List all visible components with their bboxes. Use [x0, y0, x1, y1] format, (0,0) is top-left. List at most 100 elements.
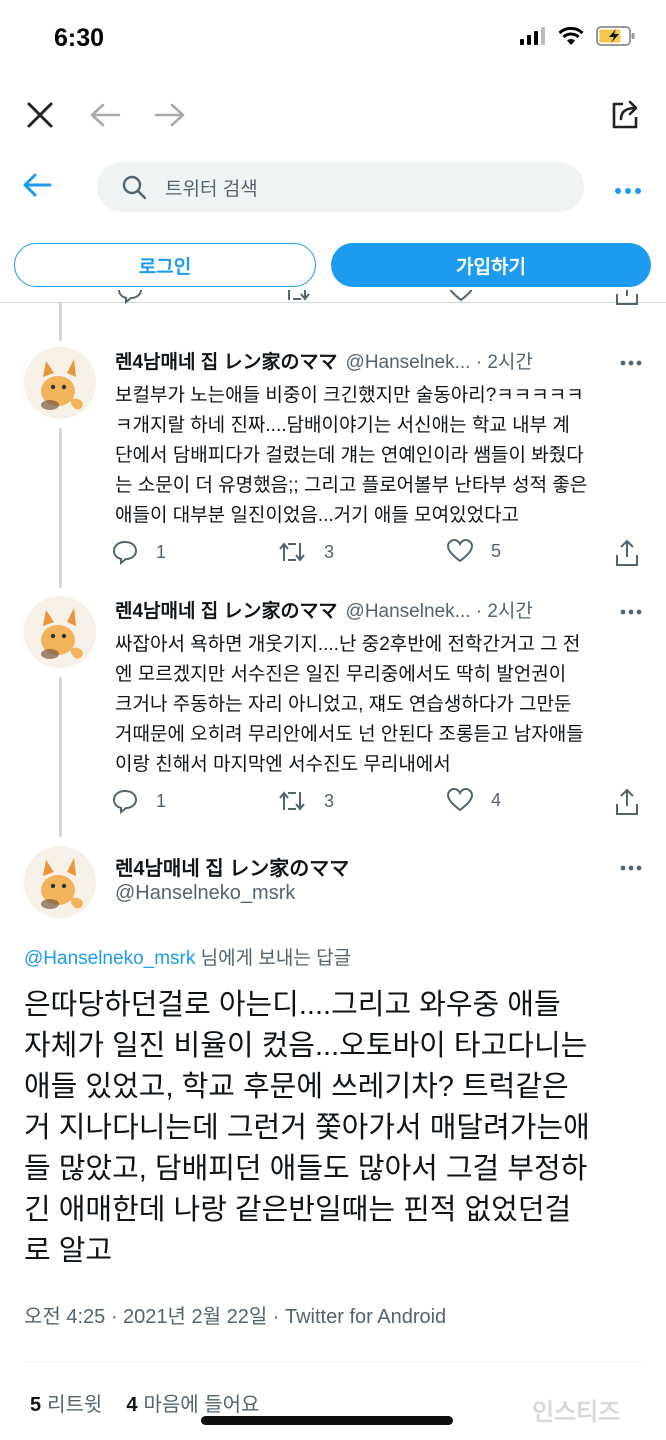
tweet-line: 크거나 주동하는 자리 아니었고, 쟤도 연습생하다가 그만둔	[115, 694, 572, 715]
tweet-time[interactable]: · 2시간	[476, 352, 533, 373]
tweet-line: ㅋ개지랄 하네 진짜....담배이야기는 서신애는 학교 내부 계	[115, 415, 570, 436]
like-icon	[448, 290, 474, 307]
more-options-button[interactable]	[614, 182, 642, 200]
reply-context: @Hanselneko_msrk 님에게 보내는 답글	[24, 943, 351, 970]
like-button[interactable]: 5	[447, 539, 501, 563]
retweet-icon	[279, 791, 305, 811]
login-button[interactable]: 로그인	[14, 243, 316, 287]
status-icons	[520, 26, 636, 46]
fox-avatar-icon	[24, 846, 96, 918]
tweet-line: 보컬부가 노는애들 비중이 크긴했지만 술동아리?ㅋㅋㅋㅋㅋ	[115, 385, 584, 406]
reply-tweet[interactable]: 렌4남매네 집 レン家のママ @Hanselnek... · 2시간 보컬부가 노…	[0, 347, 666, 587]
back-arrow-icon	[23, 173, 52, 197]
like-label[interactable]: 마음에 들어요	[143, 1394, 259, 1416]
tweet-line: 자체가 일진 비율이 컸음...오토바이 타고다니는	[24, 1030, 588, 1062]
like-icon	[447, 788, 473, 812]
tweet-line: 단에서 담배피다가 걸렸는데 걔는 연예인이라 쌤들이 봐줬다	[115, 445, 584, 466]
tweet-actions: 1 3 4	[112, 788, 642, 818]
tweet-line: 는 소문이 더 유명했음;; 그리고 플로어볼부 난타부 성적 좋은	[115, 475, 588, 496]
reply-context-text: 님에게 보내는 답글	[195, 948, 352, 969]
more-dots-icon	[620, 865, 642, 871]
reply-icon	[112, 540, 138, 565]
retweet-count: 3	[324, 790, 335, 811]
tweet-line: 긴 애매한데 나랑 같은반일때는 핀적 없었던걸	[24, 1194, 572, 1226]
tweet-actions: 1 3 5	[112, 539, 642, 569]
main-tweet-more-button[interactable]	[620, 858, 642, 876]
retweet-total[interactable]: 5	[30, 1394, 41, 1416]
main-display-name[interactable]: 렌4남매네 집 レン家のママ	[115, 852, 349, 881]
tweet-more-button[interactable]	[620, 602, 642, 620]
reply-count: 1	[156, 790, 167, 811]
reply-mention-link[interactable]: @Hanselneko_msrk	[24, 948, 195, 969]
tweet-line: 이랑 친해서 마지막엔 서수진도 무리내에서	[115, 754, 451, 775]
reply-button[interactable]: 1	[112, 539, 166, 565]
battery-icon	[596, 26, 635, 46]
tweet-line: 거 지나다니는데 그런거 쫓아가서 매달려가는애	[24, 1112, 590, 1144]
tweet-header: 렌4남매네 집 レン家のママ @Hanselnek... · 2시간	[115, 347, 635, 377]
back-nav-button[interactable]	[84, 94, 126, 136]
reply-tweet[interactable]: 렌4남매네 집 レン家のママ @Hanselnek... · 2시간 싸잡아서 욕…	[0, 596, 666, 836]
avatar[interactable]	[24, 347, 96, 419]
main-avatar[interactable]	[24, 846, 96, 918]
like-button[interactable]: 4	[447, 788, 501, 812]
share-tweet-button[interactable]	[615, 539, 639, 567]
retweet-label[interactable]: 리트윗	[47, 1394, 102, 1416]
tweet-header: 렌4남매네 집 レン家のママ @Hanselnek... · 2시간	[115, 596, 635, 626]
display-name[interactable]: 렌4남매네 집 レン家のママ	[115, 601, 338, 622]
home-indicator[interactable]	[201, 1416, 453, 1425]
tweet-text: 보컬부가 노는애들 비중이 크긴했지만 술동아리?ㅋㅋㅋㅋㅋ ㅋ개지랄 하네 진…	[115, 381, 645, 531]
tweet-more-button[interactable]	[620, 353, 642, 371]
tweet-text: 싸잡아서 욕하면 개웃기지....난 중2후반에 전학간거고 그 전 엔 모르겠…	[115, 630, 645, 780]
reply-count: 1	[156, 541, 167, 562]
tweet-line: 싸잡아서 욕하면 개웃기지....난 중2후반에 전학간거고 그 전	[115, 634, 581, 655]
search-placeholder: 트위터 검색	[165, 178, 258, 200]
share-tweet-icon	[615, 290, 639, 311]
share-tweet-icon	[616, 788, 638, 815]
reply-icon	[117, 290, 143, 309]
tweet-line: 엔 모르겠지만 서수진은 일진 무리중에서도 딱히 발언권이	[115, 664, 567, 685]
close-button[interactable]	[19, 94, 61, 136]
signup-button[interactable]: 가입하기	[331, 243, 651, 287]
arrow-right-icon	[154, 103, 185, 127]
tweet-line: 거때문에 오히려 무리안에서도 넌 안된다 조롱듣고 남자애들	[115, 724, 584, 745]
retweet-count: 3	[324, 541, 335, 562]
more-dots-icon	[620, 609, 642, 615]
user-handle[interactable]: @Hanselnek...	[346, 352, 471, 373]
previous-tweet-actions	[0, 290, 666, 320]
forward-nav-button[interactable]	[149, 94, 191, 136]
status-time: 6:30	[54, 24, 105, 52]
share-tweet-icon	[616, 539, 638, 566]
retweet-button[interactable]: 3	[278, 788, 334, 814]
more-dots-icon	[615, 188, 641, 194]
tweet-line: 들 많았고, 담배피던 애들도 많아서 그걸 부정하	[24, 1153, 588, 1185]
retweet-button[interactable]: 3	[278, 539, 334, 565]
share-button[interactable]	[604, 94, 646, 136]
watermark-text: 인스티즈	[532, 1399, 621, 1426]
search-icon	[122, 175, 147, 200]
fox-avatar-icon	[24, 347, 96, 419]
tweet-time[interactable]: · 2시간	[476, 601, 533, 622]
avatar[interactable]	[24, 596, 96, 668]
back-button[interactable]	[22, 172, 52, 203]
tweet-line: 로 알고	[24, 1235, 113, 1267]
share-icon	[612, 100, 638, 129]
browser-toolbar	[0, 80, 666, 150]
reply-icon	[112, 789, 138, 814]
twitter-header: 트위터 검색	[0, 152, 666, 222]
divider	[24, 1361, 642, 1362]
user-handle[interactable]: @Hanselnek...	[346, 601, 471, 622]
search-input[interactable]: 트위터 검색	[97, 162, 584, 212]
tweet-timestamp[interactable]: 오전 4:25 · 2021년 2월 22일 · Twitter for And…	[24, 1300, 446, 1329]
main-user-handle[interactable]: @Hanselneko_msrk	[115, 882, 295, 905]
signal-icon	[520, 27, 545, 45]
display-name[interactable]: 렌4남매네 집 レン家のママ	[115, 352, 338, 373]
retweet-icon	[279, 542, 305, 562]
reply-button[interactable]: 1	[112, 788, 166, 814]
retweet-icon	[283, 290, 311, 309]
share-tweet-button[interactable]	[615, 788, 639, 816]
wifi-icon	[558, 26, 584, 45]
thread-line	[59, 303, 62, 341]
like-total[interactable]: 4	[126, 1394, 137, 1416]
like-count: 5	[491, 540, 502, 561]
tweet-line: 은따당하던걸로 아는디....그리고 와우중 애들	[24, 989, 561, 1021]
